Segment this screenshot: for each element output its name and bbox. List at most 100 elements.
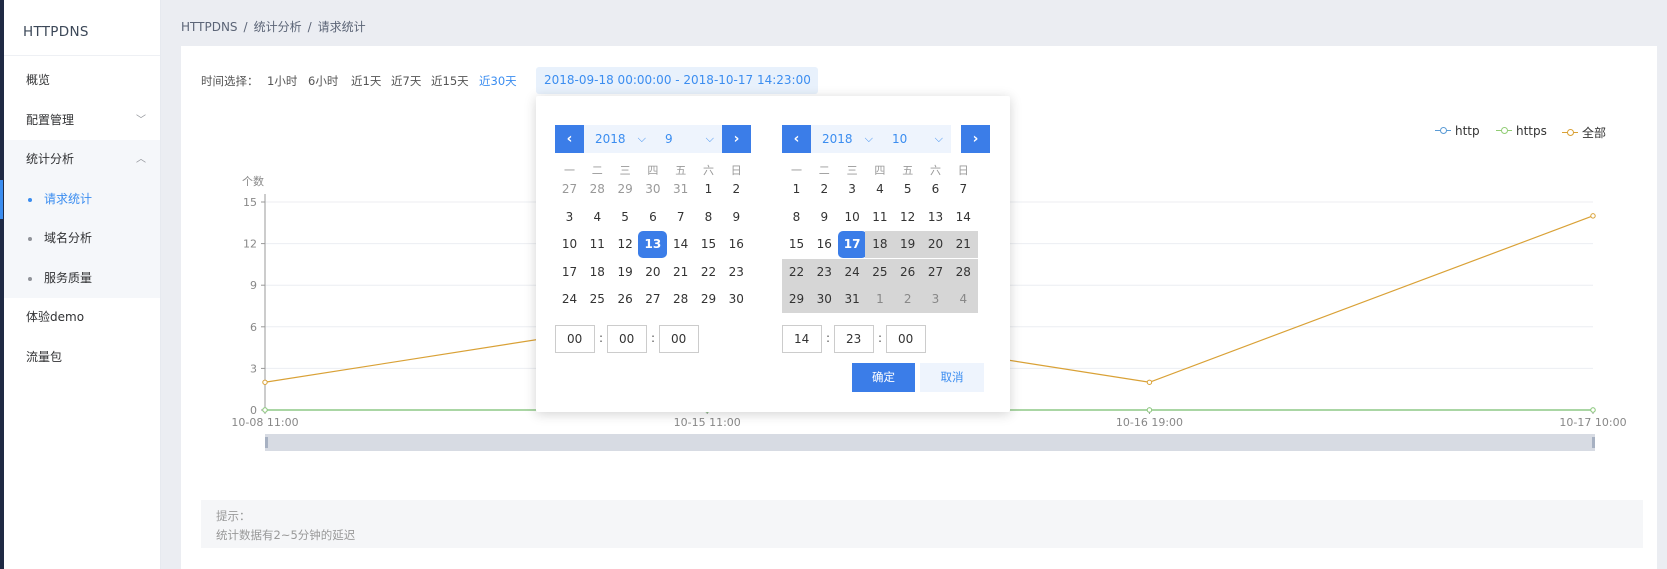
calendar-day[interactable]: 16 <box>722 231 751 258</box>
next-month-button[interactable]: › <box>961 125 990 153</box>
calendar-day[interactable]: 1 <box>865 286 895 314</box>
calendar-day[interactable]: 7 <box>949 176 978 203</box>
calendar-day[interactable]: 16 <box>810 231 839 258</box>
calendar-day[interactable]: 2 <box>722 176 751 203</box>
calendar-day[interactable]: 28 <box>583 176 612 203</box>
calendar-day[interactable]: 30 <box>638 176 667 203</box>
calendar-day[interactable]: 10 <box>838 204 867 231</box>
calendar-day[interactable]: 23 <box>809 258 839 286</box>
datazoom-handle-left <box>265 437 268 448</box>
calendar-day[interactable]: 7 <box>666 204 695 231</box>
left-year-select[interactable]: 2018 ⌵ <box>584 125 654 153</box>
calendar-day[interactable]: 12 <box>893 204 922 231</box>
right-selected-day[interactable]: 17 <box>837 231 867 259</box>
chevron-down-icon: ⌵ <box>705 132 714 145</box>
x-tick-label: 10-16 19:00 <box>1116 416 1183 429</box>
calendar-day[interactable]: 4 <box>948 286 978 314</box>
calendar-day[interactable]: 30 <box>722 286 751 313</box>
calendar-day[interactable]: 20 <box>921 231 950 259</box>
calendar-day[interactable]: 5 <box>611 204 640 231</box>
datazoom-handle-right <box>1592 437 1595 448</box>
datazoom-slider <box>265 434 1595 451</box>
calendar-day[interactable]: 15 <box>782 231 811 258</box>
right-minute-input[interactable]: 23 <box>834 325 874 353</box>
calendar-day[interactable]: 27 <box>555 176 584 203</box>
calendar-day[interactable]: 5 <box>893 176 922 203</box>
calendar-day[interactable]: 15 <box>694 231 723 258</box>
calendar-day[interactable]: 19 <box>611 259 640 286</box>
calendar-day[interactable]: 13 <box>921 204 950 231</box>
calendar-day[interactable]: 14 <box>666 231 695 258</box>
calendar-day[interactable]: 12 <box>611 231 640 258</box>
calendar-day[interactable]: 22 <box>694 259 723 286</box>
calendar-day[interactable]: 19 <box>893 231 923 259</box>
calendar-day[interactable]: 31 <box>837 286 867 314</box>
prev-month-button[interactable]: ‹ <box>555 125 584 153</box>
right-month-value: 10 <box>892 132 908 146</box>
next-month-button[interactable]: › <box>722 125 751 153</box>
calendar-day[interactable]: 29 <box>782 286 811 314</box>
calendar-day[interactable]: 24 <box>837 258 867 286</box>
date-range-picker: ‹ 2018 ⌵ 9 ⌵ › ‹ 2018 ⌵ 10 ⌵ › 00 : 00 : 00 … <box>536 96 1010 412</box>
calendar-day[interactable]: 4 <box>583 204 612 231</box>
calendar-day[interactable]: 11 <box>865 204 894 231</box>
calendar-day[interactable]: 8 <box>782 204 811 231</box>
calendar-day[interactable]: 1 <box>694 176 723 203</box>
calendar-day[interactable]: 21 <box>948 231 978 259</box>
calendar-day[interactable]: 27 <box>921 258 950 286</box>
calendar-day[interactable]: 27 <box>638 286 667 313</box>
right-second-input[interactable]: 00 <box>886 325 926 353</box>
cancel-button[interactable]: 取消 <box>920 363 984 392</box>
calendar-day[interactable]: 2 <box>893 286 923 314</box>
left-second-input[interactable]: 00 <box>659 325 699 353</box>
right-year-value: 2018 <box>822 132 853 146</box>
tip-text: 统计数据有2~5分钟的延迟 <box>216 528 356 542</box>
left-selected-day[interactable]: 13 <box>638 231 668 259</box>
calendar-day[interactable]: 6 <box>921 176 950 203</box>
y-tick-label: 6 <box>250 321 257 334</box>
calendar-day[interactable]: 26 <box>611 286 640 313</box>
left-month-select[interactable]: 9 ⌵ <box>654 125 722 153</box>
calendar-day[interactable]: 20 <box>638 259 667 286</box>
calendar-day[interactable]: 23 <box>722 259 751 286</box>
series-point-1 <box>1146 407 1153 413</box>
calendar-day[interactable]: 8 <box>694 204 723 231</box>
calendar-day[interactable]: 30 <box>809 286 839 314</box>
calendar-day[interactable]: 25 <box>865 258 895 286</box>
left-minute-input[interactable]: 00 <box>607 325 647 353</box>
calendar-day[interactable]: 6 <box>638 204 667 231</box>
right-hour-input[interactable]: 14 <box>782 325 822 353</box>
calendar-day[interactable]: 3 <box>921 286 950 314</box>
x-tick-label: 10-17 10:00 <box>1559 416 1626 429</box>
prev-month-button[interactable]: ‹ <box>782 125 811 153</box>
calendar-day[interactable]: 1 <box>782 176 811 203</box>
y-axis-label: 个数 <box>242 175 264 188</box>
calendar-day[interactable]: 10 <box>555 231 584 258</box>
calendar-day[interactable]: 24 <box>555 286 584 313</box>
calendar-day[interactable]: 9 <box>722 204 751 231</box>
calendar-day[interactable]: 3 <box>555 204 584 231</box>
left-month-value: 9 <box>665 132 673 146</box>
calendar-day[interactable]: 11 <box>583 231 612 258</box>
calendar-day[interactable]: 29 <box>694 286 723 313</box>
confirm-button[interactable]: 确定 <box>852 363 915 392</box>
calendar-day[interactable]: 25 <box>583 286 612 313</box>
calendar-day[interactable]: 14 <box>949 204 978 231</box>
right-month-select[interactable]: 10 ⌵ <box>881 125 951 153</box>
calendar-day[interactable]: 21 <box>666 259 695 286</box>
calendar-day[interactable]: 31 <box>666 176 695 203</box>
calendar-day[interactable]: 9 <box>810 204 839 231</box>
calendar-day[interactable]: 29 <box>611 176 640 203</box>
calendar-day[interactable]: 2 <box>810 176 839 203</box>
calendar-day[interactable]: 18 <box>583 259 612 286</box>
calendar-day[interactable]: 26 <box>893 258 923 286</box>
calendar-day[interactable]: 3 <box>838 176 867 203</box>
calendar-day[interactable]: 22 <box>782 258 811 286</box>
calendar-day[interactable]: 4 <box>865 176 894 203</box>
right-year-select[interactable]: 2018 ⌵ <box>811 125 881 153</box>
calendar-day[interactable]: 28 <box>948 258 978 286</box>
calendar-day[interactable]: 18 <box>865 231 895 259</box>
calendar-day[interactable]: 17 <box>555 259 584 286</box>
left-hour-input[interactable]: 00 <box>555 325 595 353</box>
calendar-day[interactable]: 28 <box>666 286 695 313</box>
